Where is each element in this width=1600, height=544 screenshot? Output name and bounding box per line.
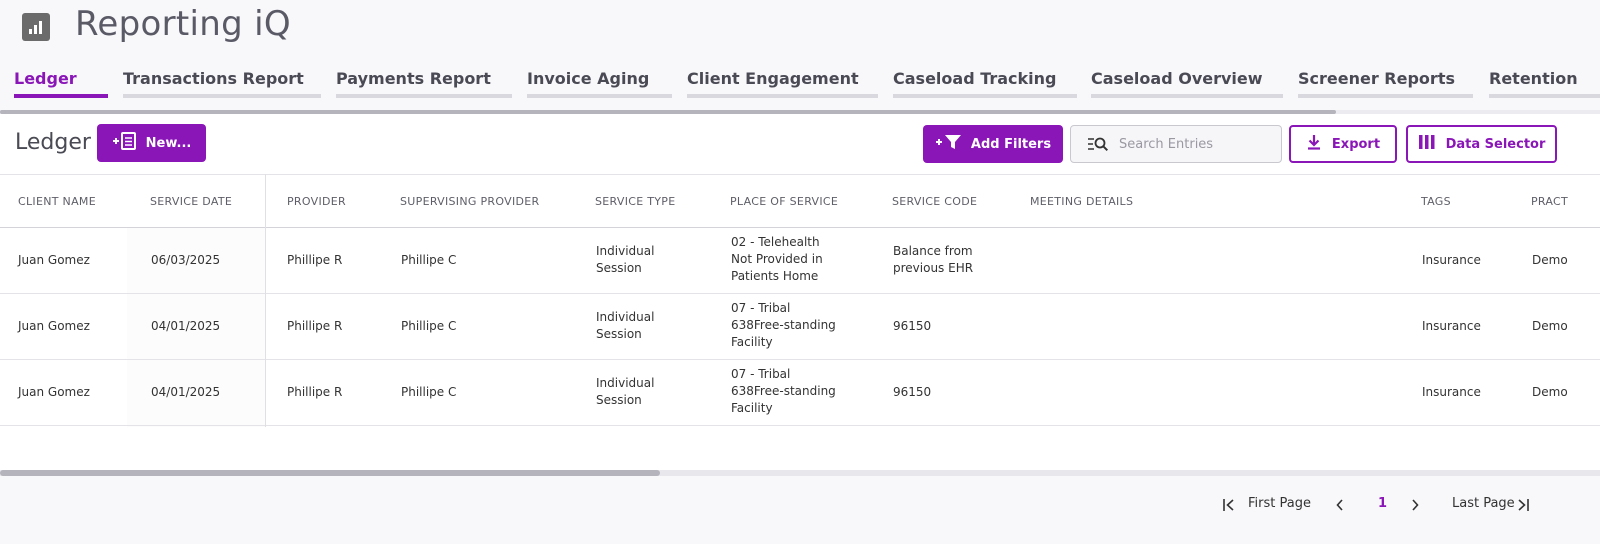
cell-place-of-service: 07 - Tribal 638Free-standing Facility — [731, 367, 836, 415]
search-box[interactable] — [1070, 125, 1282, 163]
cell-practice: Demo — [1532, 253, 1568, 267]
column-header-service-type[interactable]: SERVICE TYPE — [595, 195, 676, 208]
cell-service-type: Individual Session — [596, 244, 655, 275]
table-row[interactable]: Juan Gomez 04/01/2025 Phillipe R Phillip… — [0, 294, 1600, 360]
next-page-icon[interactable] — [1410, 498, 1420, 518]
cell-supervising-provider: Phillipe C — [401, 385, 457, 399]
app-header: Reporting iQ — [0, 0, 1600, 56]
tab-retention[interactable]: Retention — [1489, 64, 1600, 98]
cell-provider: Phillipe R — [287, 253, 343, 267]
cell-practice: Demo — [1532, 385, 1568, 399]
cell-service-code: Balance from previous EHR — [893, 244, 974, 275]
tab-label: Retention — [1489, 69, 1578, 88]
download-icon — [1306, 134, 1322, 154]
tab-invoice-aging[interactable]: Invoice Aging — [527, 64, 672, 98]
tab-label: Invoice Aging — [527, 69, 650, 88]
app-title: Reporting iQ — [75, 4, 291, 44]
tab-label: Screener Reports — [1298, 69, 1455, 88]
report-tabs: Ledger Transactions Report Payments Repo… — [0, 64, 1600, 114]
tab-label: Caseload Overview — [1091, 69, 1263, 88]
tab-label: Transactions Report — [123, 69, 304, 88]
tab-transactions-report[interactable]: Transactions Report — [123, 64, 321, 98]
add-filter-icon — [935, 133, 963, 155]
export-label: Export — [1331, 136, 1381, 152]
column-header-provider[interactable]: PROVIDER — [287, 195, 346, 208]
last-page-button[interactable]: Last Page — [1452, 496, 1515, 516]
table-row[interactable]: Juan Gomez 06/03/2025 Phillipe R Phillip… — [0, 228, 1600, 294]
tab-caseload-overview[interactable]: Caseload Overview — [1091, 64, 1283, 98]
cell-practice: Demo — [1532, 319, 1568, 333]
add-filters-label: Add Filters — [970, 136, 1052, 152]
frozen-column-divider — [265, 174, 266, 427]
columns-icon — [1418, 134, 1436, 154]
cell-service-date: 06/03/2025 — [151, 253, 221, 267]
cell-service-date: 04/01/2025 — [151, 319, 221, 333]
cell-tags: Insurance — [1422, 385, 1481, 399]
search-icon — [1087, 136, 1109, 156]
column-header-service-code[interactable]: SERVICE CODE — [892, 195, 977, 208]
tab-label: Client Engagement — [687, 69, 859, 88]
table-row[interactable]: Juan Gomez 04/01/2025 Phillipe R Phillip… — [0, 360, 1600, 426]
column-header-place-of-service[interactable]: PLACE OF SERVICE — [730, 195, 838, 208]
column-header-supervising-provider[interactable]: SUPERVISING PROVIDER — [400, 195, 539, 208]
current-page-number[interactable]: 1 — [1378, 496, 1387, 516]
cell-client-name: Juan Gomez — [18, 319, 90, 333]
cell-supervising-provider: Phillipe C — [401, 319, 457, 333]
cell-service-type: Individual Session — [596, 310, 655, 341]
tab-label: Ledger — [14, 69, 77, 88]
table-header: CLIENT NAME SERVICE DATE PROVIDER SUPERV… — [0, 174, 1600, 228]
cell-provider: Phillipe R — [287, 319, 343, 333]
tab-ledger[interactable]: Ledger — [14, 64, 108, 98]
cell-tags: Insurance — [1422, 319, 1481, 333]
first-page-button[interactable]: First Page — [1248, 496, 1311, 516]
cell-service-type: Individual Session — [596, 376, 655, 407]
column-header-practice[interactable]: PRACT — [1531, 195, 1568, 208]
data-selector-label: Data Selector — [1445, 136, 1546, 152]
new-entry-button[interactable]: New... — [97, 124, 206, 162]
cell-supervising-provider: Phillipe C — [401, 253, 457, 267]
table-scrollbar-thumb[interactable] — [0, 470, 660, 476]
first-page-icon[interactable] — [1222, 498, 1236, 518]
column-header-service-date[interactable]: SERVICE DATE — [150, 195, 232, 208]
cell-place-of-service: 07 - Tribal 638Free-standing Facility — [731, 301, 836, 349]
tab-caseload-tracking[interactable]: Caseload Tracking — [893, 64, 1077, 98]
bar-chart-icon — [22, 13, 50, 41]
page-title: Ledger — [15, 130, 91, 155]
search-input[interactable] — [1119, 134, 1269, 154]
column-header-client-name[interactable]: CLIENT NAME — [18, 195, 96, 208]
new-entry-label: New... — [145, 135, 192, 151]
column-header-meeting-details[interactable]: MEETING DETAILS — [1030, 195, 1133, 208]
tab-screener-reports[interactable]: Screener Reports — [1298, 64, 1473, 98]
cell-place-of-service: 02 - Telehealth Not Provided in Patients… — [731, 235, 823, 283]
ledger-table: CLIENT NAME SERVICE DATE PROVIDER SUPERV… — [0, 174, 1600, 427]
cell-service-code: 96150 — [893, 319, 932, 333]
cell-service-code: 96150 — [893, 385, 932, 399]
add-filters-button[interactable]: Add Filters — [923, 125, 1063, 163]
new-document-icon — [112, 132, 138, 154]
last-page-icon[interactable] — [1516, 498, 1530, 518]
table-horizontal-scrollbar[interactable] — [0, 470, 1600, 476]
cell-client-name: Juan Gomez — [18, 385, 90, 399]
column-header-tags[interactable]: TAGS — [1421, 195, 1451, 208]
data-selector-button[interactable]: Data Selector — [1406, 125, 1557, 163]
previous-page-icon[interactable] — [1335, 498, 1345, 518]
tab-label: Payments Report — [336, 69, 491, 88]
cell-tags: Insurance — [1422, 253, 1481, 267]
tab-label: Caseload Tracking — [893, 69, 1057, 88]
cell-provider: Phillipe R — [287, 385, 343, 399]
export-button[interactable]: Export — [1289, 125, 1397, 163]
cell-client-name: Juan Gomez — [18, 253, 90, 267]
tab-client-engagement[interactable]: Client Engagement — [687, 64, 878, 98]
tab-payments-report[interactable]: Payments Report — [336, 64, 512, 98]
cell-service-date: 04/01/2025 — [151, 385, 221, 399]
